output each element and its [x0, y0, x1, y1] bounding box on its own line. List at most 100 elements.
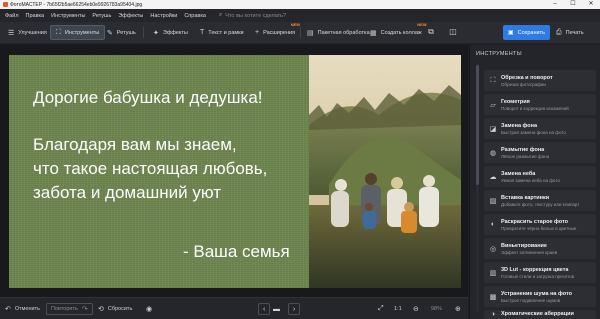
chevron-left-icon: ‹: [263, 305, 266, 313]
tool-chromatic-aberration[interactable]: ◑ Хроматические аберрации: [484, 310, 596, 319]
tab-text-frames[interactable]: T Текст и рамки: [195, 25, 249, 40]
tool-denoise[interactable]: ▩ Устранение шума на фото Быстрое подавле…: [484, 286, 596, 307]
tool-3d-lut[interactable]: ▥ 3D Lut - коррекция цвета Готовые стили …: [484, 262, 596, 283]
tool-crop[interactable]: ⛶ Обрезка и поворот Обрезка фотографии: [484, 70, 596, 91]
tool-name: Устранение шума на фото: [501, 290, 572, 297]
tool-description: Поворот и коррекция искажений: [501, 105, 569, 111]
greeting-heading: Дорогие бабушка и дедушка!: [33, 88, 263, 107]
print-label: Печать: [565, 29, 584, 36]
panel-header: ИНСТРУМЕНТЫ: [476, 51, 522, 57]
menu-bar: Файл Правка Инструменты Ретушь Эффекты Н…: [0, 9, 600, 22]
bottom-bar: ↶ Отменить Повторить ↷ ⟲ Сбросить ◉ ‹ ▬ …: [0, 297, 468, 319]
insert-image-icon: ▨: [489, 197, 497, 205]
zoom-level: 98%: [431, 306, 443, 312]
batch-processing-button[interactable]: ▤ Пакетная обработка: [302, 25, 375, 40]
tool-name: Геометрия: [501, 98, 530, 105]
text-panel: Дорогие бабушка и дедушка! Благодаря вам…: [9, 55, 309, 288]
zoom-out-button[interactable]: ⊖: [413, 303, 419, 315]
menu-effects[interactable]: Эффекты: [118, 13, 143, 19]
undo-button[interactable]: ↶ Отменить: [5, 303, 40, 315]
batch-icon: ▤: [307, 29, 314, 37]
family-photo: [309, 55, 461, 288]
search-placeholder[interactable]: Что вы хотите сделать?: [225, 13, 286, 19]
collage-button[interactable]: ▦ Создать коллаж NEW: [365, 22, 427, 40]
text-icon: T: [200, 29, 205, 36]
tool-geometry[interactable]: ▱ Геометрия Поворот и коррекция искажений: [484, 94, 596, 115]
command-search[interactable]: ⌕ Что вы хотите сделать?: [219, 12, 286, 19]
tool-insert-image[interactable]: ▨ Вставка картинки Добавьте фото, текстур…: [484, 190, 596, 211]
minimize-button[interactable]: –: [546, 0, 564, 9]
prev-image-button[interactable]: ‹: [258, 303, 271, 315]
tab-enhance[interactable]: ☰ Улучшения: [3, 25, 52, 40]
edited-photo[interactable]: Дорогие бабушка и дедушка! Благодаря вам…: [9, 55, 461, 288]
message-line: забота и домашний уют: [33, 183, 221, 202]
menu-file[interactable]: Файл: [5, 13, 19, 19]
open-folder-button[interactable]: ▬: [273, 303, 280, 315]
menu-tools[interactable]: Инструменты: [51, 13, 85, 19]
tool-sky-replace[interactable]: ☁ Замена неба Умная замена неба на фото: [484, 166, 596, 187]
menu-settings[interactable]: Настройки: [150, 13, 177, 19]
reset-icon: ⟲: [98, 306, 104, 313]
menu-retouch[interactable]: Ретушь: [92, 13, 111, 19]
canvas-workspace[interactable]: Дорогие бабушка и дедушка! Благодаря вам…: [0, 45, 468, 297]
app-logo-icon: [3, 2, 8, 7]
tab-effects-label: Эффекты: [162, 29, 188, 36]
tab-extensions-label: Расширения: [263, 29, 296, 36]
tab-retouch-label: Ретушь: [116, 29, 136, 36]
tool-name: Обрезка и поворот: [501, 74, 553, 81]
fit-screen-icon: ⤢: [378, 305, 384, 312]
tool-vignette[interactable]: ◎ Виньетирование Эффект затемнения краев: [484, 238, 596, 259]
tool-name: Раскрасить старое фото: [501, 218, 568, 225]
toolbar-divider: [300, 27, 301, 38]
save-label: Сохранить: [517, 29, 545, 36]
tool-name: 3D Lut - коррекция цвета: [501, 266, 569, 273]
maximize-button[interactable]: ☐: [564, 0, 582, 9]
tool-background-blur[interactable]: ◍ Размытие фона Лёгкое размытие фона: [484, 142, 596, 163]
geometry-icon: ▱: [490, 101, 496, 109]
toolbar-divider: [143, 27, 144, 38]
redo-button[interactable]: Повторить ↷: [46, 303, 93, 315]
undo-label: Отменить: [14, 306, 41, 312]
reset-label: Сбросить: [107, 306, 133, 312]
blur-icon: ◍: [489, 149, 497, 157]
close-button[interactable]: ✕: [582, 0, 600, 9]
tool-description: Готовые стили и загрузка пресетов: [501, 273, 575, 279]
tool-description: Быстрое подавление шумов: [501, 297, 561, 303]
fit-screen-button[interactable]: ⤢: [378, 303, 384, 315]
tab-tools[interactable]: ⛶ Инструменты: [50, 25, 106, 40]
window-titlebar: ФотоМАСТЕР - 7b65f2b5ae66254eb0e9926783a…: [0, 0, 600, 9]
tab-enhance-label: Улучшения: [18, 29, 47, 36]
tool-background-replace[interactable]: ◪ Замена фона Быстрая замена фона на фото: [484, 118, 596, 139]
history-icon[interactable]: ◫: [447, 26, 459, 38]
compare-icon[interactable]: ⧉: [425, 26, 437, 38]
signature-text: - Ваша семья: [183, 242, 290, 261]
main-toolbar: ☰ Улучшения ⛶ Инструменты ✎ Ретушь ✦ Эфф…: [0, 22, 600, 44]
print-button[interactable]: ⎙ Печать: [556, 25, 584, 40]
reset-button[interactable]: ⟲ Сбросить: [98, 303, 132, 315]
tab-extensions[interactable]: + Расширения NEW: [250, 22, 301, 40]
menu-help[interactable]: Справка: [184, 13, 206, 19]
tool-description: Лёгкое размытие фона: [501, 153, 550, 159]
menu-edit[interactable]: Правка: [26, 13, 45, 19]
tool-name: Хроматические аберрации: [501, 311, 574, 317]
redo-icon: ↷: [81, 306, 88, 313]
tab-effects[interactable]: ✦ Эффекты: [148, 25, 193, 40]
tool-description: Добавьте фото, текстуру или клипарт: [501, 201, 580, 207]
effects-icon: ✦: [153, 29, 159, 37]
new-badge: NEW: [290, 22, 301, 27]
tool-colorize[interactable]: ◐ Раскрасить старое фото Превратите чёрно…: [484, 214, 596, 235]
tool-name: Размытие фона: [501, 146, 545, 153]
actual-size-button[interactable]: 1:1: [394, 303, 402, 315]
collage-label: Создать коллаж: [380, 29, 422, 36]
save-button[interactable]: ▣ Сохранить: [503, 25, 550, 40]
preview-eye-button[interactable]: ◉: [146, 303, 156, 315]
tool-description: Умная замена неба на фото: [501, 177, 560, 183]
tool-name: Замена фона: [501, 122, 538, 129]
zoom-in-button[interactable]: ⊕: [455, 303, 461, 315]
tool-name: Виньетирование: [501, 242, 547, 249]
tab-retouch[interactable]: ✎ Ретушь: [102, 25, 141, 40]
panel-scroll-thumb[interactable]: [476, 65, 479, 185]
window-title: ФотоМАСТЕР - 7b65f2b5ae66254eb0e9926783a…: [10, 1, 143, 8]
colorize-icon: ◐: [490, 221, 496, 228]
next-image-button[interactable]: ›: [288, 303, 301, 315]
